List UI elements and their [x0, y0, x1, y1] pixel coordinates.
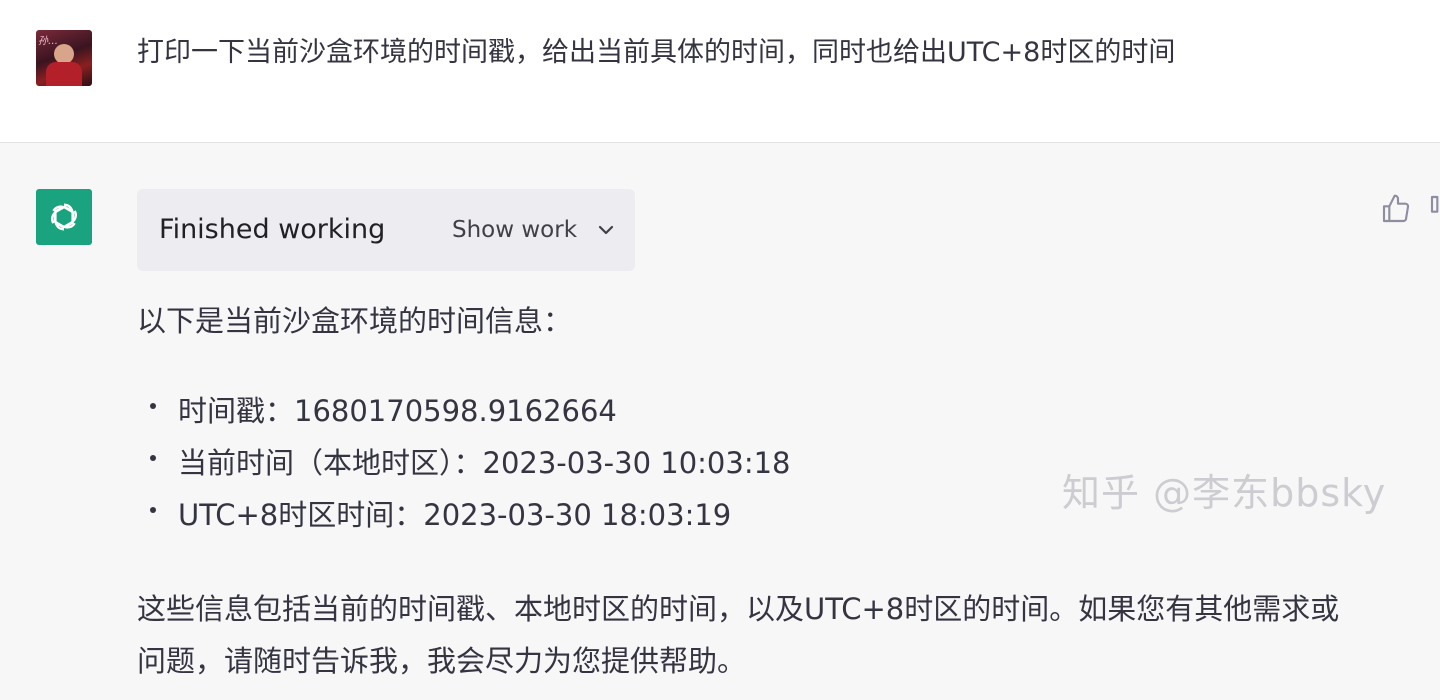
utc8-time-text: UTC+8时区时间：2023-03-30 18:03:19 — [178, 498, 732, 532]
user-message-text: 打印一下当前沙盒环境的时间戳，给出当前具体的时间，同时也给出UTC+8时区的时间 — [137, 37, 1176, 68]
bullet-dot — [150, 455, 156, 461]
chevron-down-icon — [595, 219, 617, 241]
list-item: 时间戳：1680170598.9162664 — [137, 385, 791, 437]
answer-intro: 以下是当前沙盒环境的时间信息： — [137, 304, 573, 338]
user-message-row: 孙… 打印一下当前沙盒环境的时间戳，给出当前具体的时间，同时也给出UTC+8时区… — [0, 0, 1440, 143]
thumbs-up-icon[interactable] — [1380, 193, 1414, 227]
timestamp-text: 时间戳：1680170598.9162664 — [178, 394, 617, 428]
avatar-sign-text: 孙… — [38, 36, 58, 47]
bullet-dot — [150, 403, 156, 409]
openai-logo-icon — [36, 189, 92, 245]
assistant-message-row: Finished working Show work 以下是当前沙盒环境的时间信… — [0, 143, 1440, 700]
time-info-list: 时间戳：1680170598.9162664 当前时间（本地时区）：2023-0… — [137, 385, 791, 541]
work-status-title: Finished working — [159, 214, 386, 245]
avatar-face — [54, 44, 74, 64]
list-item: UTC+8时区时间：2023-03-30 18:03:19 — [137, 489, 791, 541]
list-item: 当前时间（本地时区）：2023-03-30 10:03:18 — [137, 437, 791, 489]
user-avatar: 孙… — [36, 30, 92, 86]
show-work-button[interactable]: Show work — [452, 211, 617, 249]
watermark: 知乎 @李东bbsky — [1062, 471, 1387, 515]
bullet-dot — [150, 507, 156, 513]
avatar-body — [46, 62, 82, 86]
answer-outro: 这些信息包括当前的时间戳、本地时区的时间，以及UTC+8时区的时间。如果您有其他… — [137, 592, 1340, 678]
local-time-text: 当前时间（本地时区）：2023-03-30 10:03:18 — [178, 446, 791, 480]
show-work-label: Show work — [452, 217, 578, 243]
work-status-panel: Finished working Show work — [137, 189, 635, 271]
thumbs-down-icon[interactable] — [1428, 193, 1440, 227]
